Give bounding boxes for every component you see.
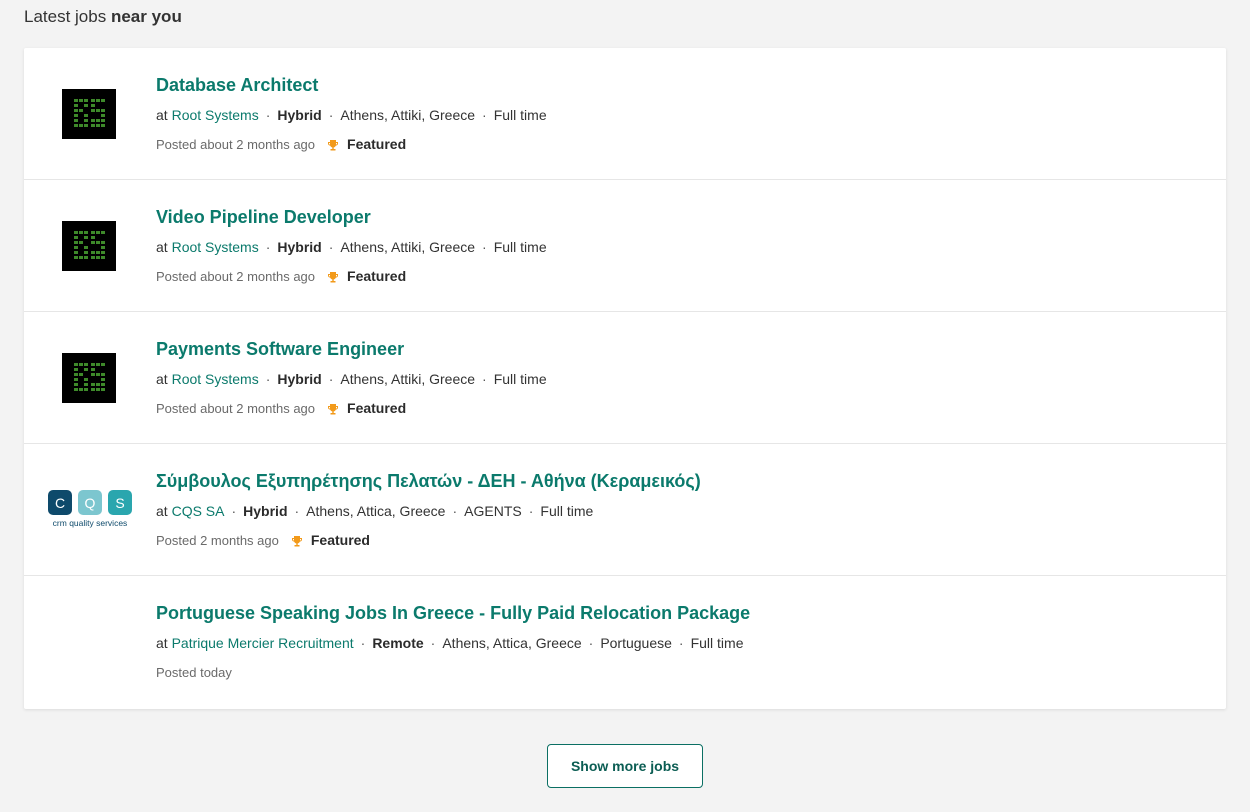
employment-type: Full time — [493, 107, 547, 123]
job-at-label: at — [156, 239, 168, 255]
company-link[interactable]: Root Systems — [172, 239, 259, 255]
root-systems-logo[interactable] — [62, 221, 116, 271]
company-link[interactable]: Root Systems — [172, 371, 259, 387]
posted-row: Posted about 2 months ago Featured — [156, 400, 406, 417]
job-item[interactable]: Database Architect at Root Systems · Hybri… — [24, 48, 1226, 180]
meta-separator: · — [452, 503, 458, 519]
posted-date: Posted about 2 months ago — [156, 137, 316, 152]
work-mode: Hybrid — [277, 107, 322, 123]
posted-date: Posted about 2 months ago — [156, 269, 316, 284]
posted-date: Posted about 2 months ago — [156, 401, 316, 416]
featured-label: Featured — [310, 532, 370, 548]
featured-label: Featured — [347, 268, 407, 284]
jobs-list: Database Architect at Root Systems · Hybri… — [24, 48, 1226, 709]
trophy-icon — [328, 139, 339, 150]
company-link[interactable]: CQS SA — [172, 503, 225, 519]
job-item[interactable]: Portuguese Speaking Jobs In Greece - Ful… — [24, 576, 1226, 709]
featured-badge: Featured — [327, 136, 406, 153]
cqs-logo[interactable]: C Q S crm quality services — [46, 489, 134, 531]
section-heading: Latest jobs near you — [24, 6, 182, 28]
company-link[interactable]: Patrique Mercier Recruitment — [172, 635, 354, 651]
job-meta: at Patrique Mercier Recruitment · Remote · A… — [156, 634, 744, 652]
trophy-icon — [291, 535, 302, 546]
posted-date: Posted today — [156, 665, 232, 680]
work-mode: Hybrid — [277, 239, 322, 255]
meta-separator: · — [265, 107, 271, 123]
root-systems-logo[interactable] — [62, 89, 116, 139]
meta-separator: · — [482, 239, 487, 255]
featured-badge: Featured — [327, 400, 406, 417]
job-location: Athens, Attiki, Greece — [340, 371, 476, 387]
section-heading-emphasis: near you — [110, 7, 182, 26]
posted-row: Posted today — [156, 664, 232, 681]
job-title-link[interactable]: Portuguese Speaking Jobs In Greece - Ful… — [156, 602, 750, 624]
job-location: Athens, Attica, Greece — [442, 635, 582, 651]
job-item[interactable]: C Q S crm quality services Σύμβουλος Εξυ… — [24, 444, 1226, 576]
root-systems-logo-mark — [74, 99, 105, 127]
job-title-link[interactable]: Payments Software Engineer — [156, 338, 404, 360]
job-title-link[interactable]: Database Architect — [156, 74, 318, 96]
job-language: Portuguese — [600, 635, 672, 651]
job-item[interactable]: Payments Software Engineer at Root Syste… — [24, 312, 1226, 444]
meta-separator: · — [231, 503, 237, 519]
featured-label: Featured — [347, 136, 407, 152]
job-meta: at Root Systems · Hybrid · Athens, Attiki, G… — [156, 238, 547, 256]
meta-separator: · — [588, 635, 594, 651]
meta-separator: · — [328, 371, 334, 387]
featured-label: Featured — [347, 400, 407, 416]
meta-separator: · — [294, 503, 300, 519]
meta-separator: · — [482, 107, 487, 123]
job-meta: at Root Systems · Hybrid · Athens, Attiki, G… — [156, 370, 547, 388]
job-meta: at CQS SA · Hybrid · Athens, Attica, Greece ·… — [156, 502, 593, 520]
work-mode: Remote — [372, 635, 424, 651]
work-mode: Hybrid — [277, 371, 322, 387]
root-systems-logo[interactable] — [62, 353, 116, 403]
meta-separator: · — [328, 239, 334, 255]
meta-separator: · — [482, 371, 487, 387]
employment-type: Full time — [493, 371, 547, 387]
job-category: AGENTS — [464, 503, 522, 519]
meta-separator: · — [265, 371, 271, 387]
job-location: Athens, Attica, Greece — [306, 503, 446, 519]
employment-type: Full time — [540, 503, 594, 519]
meta-separator: · — [678, 635, 684, 651]
meta-separator: · — [430, 635, 436, 651]
meta-separator: · — [528, 503, 534, 519]
root-systems-logo-mark — [74, 231, 105, 259]
meta-separator: · — [360, 635, 366, 651]
trophy-icon — [328, 271, 339, 282]
job-at-label: at — [156, 371, 168, 387]
section-heading-prefix: Latest jobs — [24, 7, 107, 26]
meta-separator: · — [265, 239, 271, 255]
show-more-jobs-button[interactable]: Show more jobs — [547, 744, 703, 788]
cqs-logo-letter: S — [115, 495, 124, 511]
cqs-logo-letter: C — [55, 495, 65, 511]
job-item[interactable]: Video Pipeline Developer at Root Systems… — [24, 180, 1226, 312]
meta-separator: · — [328, 107, 334, 123]
featured-badge: Featured — [291, 532, 370, 549]
trophy-icon — [328, 403, 339, 414]
job-location: Athens, Attiki, Greece — [340, 239, 476, 255]
job-location: Athens, Attiki, Greece — [340, 107, 476, 123]
featured-badge: Featured — [327, 268, 406, 285]
posted-date: Posted 2 months ago — [156, 533, 279, 548]
posted-row: Posted about 2 months ago Featured — [156, 136, 406, 153]
company-link[interactable]: Root Systems — [172, 107, 259, 123]
posted-row: Posted about 2 months ago Featured — [156, 268, 406, 285]
job-at-label: at — [156, 107, 168, 123]
job-meta: at Root Systems · Hybrid · Athens, Attiki, G… — [156, 106, 547, 124]
root-systems-logo-mark — [74, 363, 105, 391]
job-title-link[interactable]: Video Pipeline Developer — [156, 206, 371, 228]
work-mode: Hybrid — [243, 503, 288, 519]
job-title-link[interactable]: Σύμβουλος Εξυπηρέτησης Πελατών - ΔΕΗ - Α… — [156, 470, 701, 492]
posted-row: Posted 2 months ago Featured — [156, 532, 370, 549]
employment-type: Full time — [690, 635, 744, 651]
job-at-label: at — [156, 503, 168, 519]
cqs-logo-tagline: crm quality services — [53, 518, 128, 528]
cqs-logo-letter: Q — [85, 495, 96, 511]
cqs-logo-mark: C Q S crm quality services — [48, 490, 132, 528]
job-at-label: at — [156, 635, 168, 651]
employment-type: Full time — [493, 239, 547, 255]
